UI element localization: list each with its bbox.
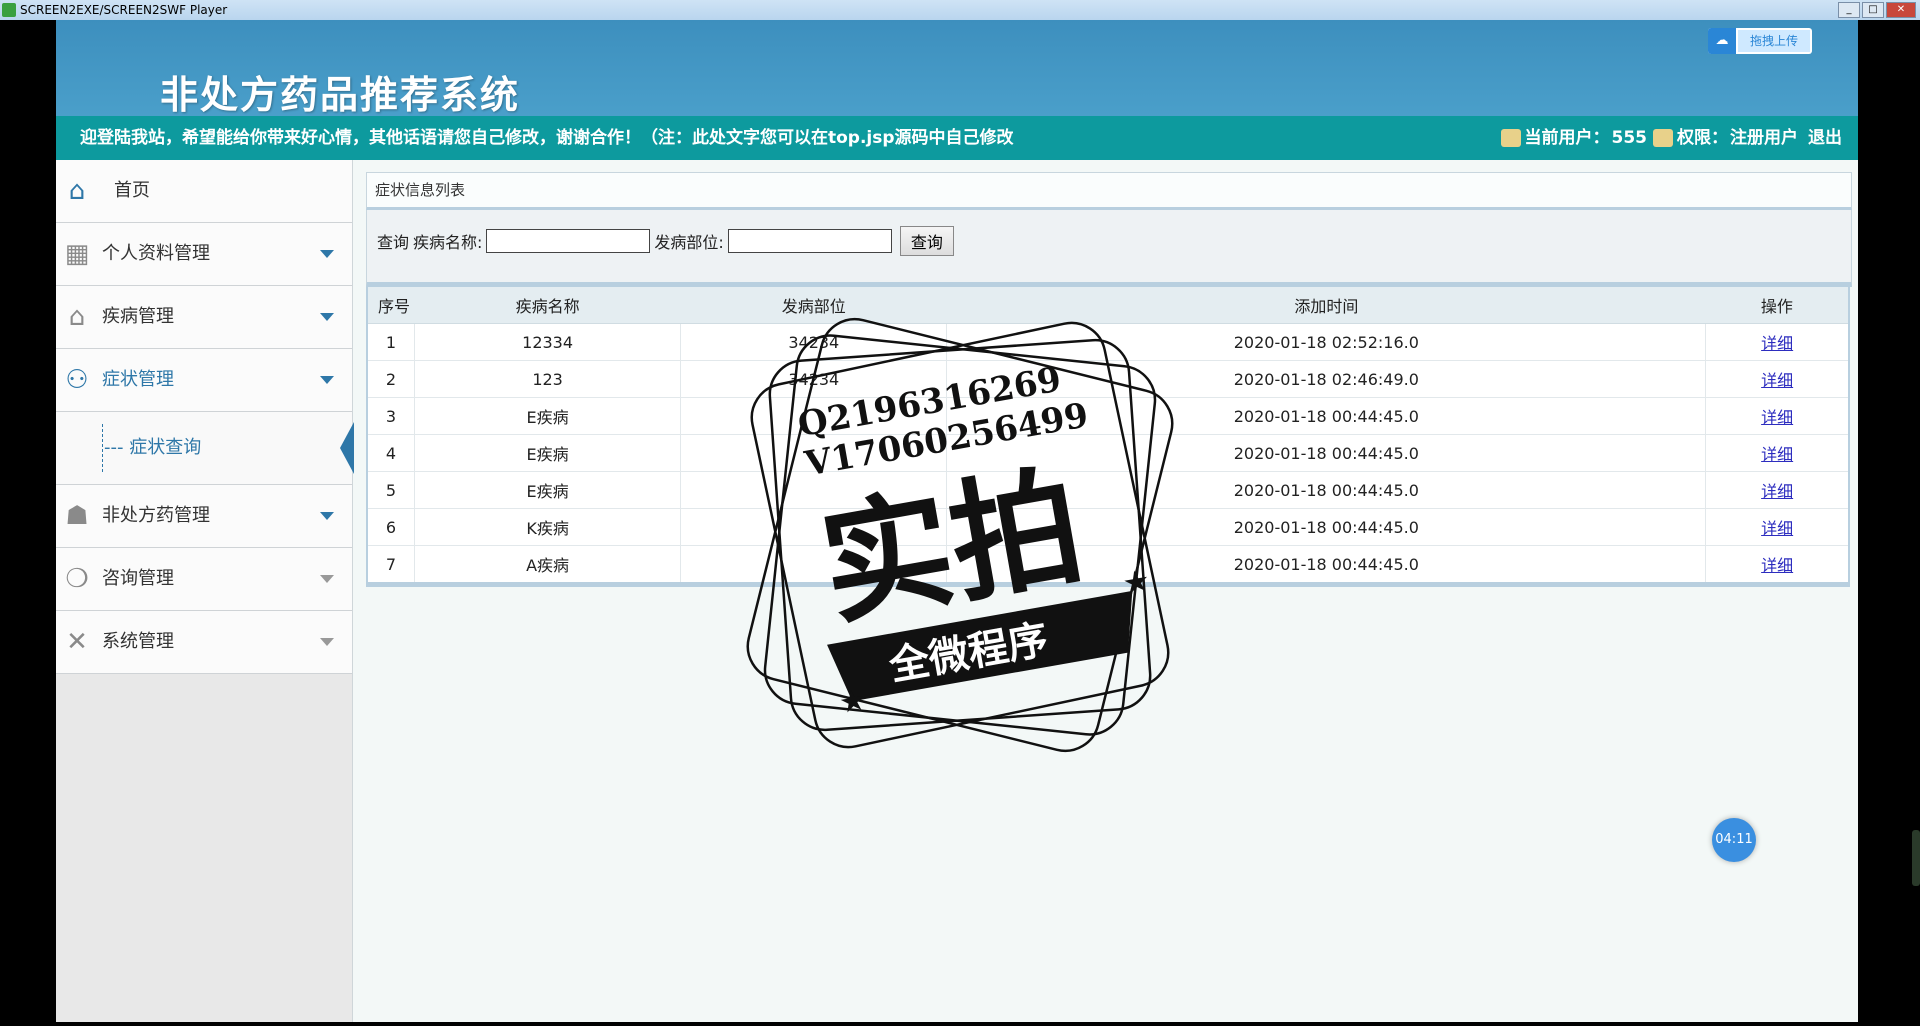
grid-icon: ▦	[64, 239, 90, 269]
cell-no: 6	[367, 508, 415, 546]
users-icon: ⚇	[65, 365, 89, 395]
detail-link[interactable]: 详细	[1761, 408, 1793, 427]
cell-no: 7	[367, 545, 415, 585]
window-titlebar: SCREEN2EXE/SCREEN2SWF Player _ □ ✕	[0, 0, 1920, 20]
site-title: 非处方药品推荐系统	[160, 72, 521, 117]
detail-link[interactable]: 详细	[1761, 519, 1793, 538]
sidebar-item-otc-drug[interactable]: ☗ 非处方药管理	[56, 485, 352, 548]
cell-op: 详细	[1705, 397, 1849, 435]
window-title: SCREEN2EXE/SCREEN2SWF Player	[20, 3, 228, 17]
cell-no: 5	[367, 471, 415, 509]
cell-op: 详细	[1705, 323, 1849, 361]
cell-name: E疾病	[413, 471, 681, 509]
cell-no: 4	[367, 434, 415, 472]
cell-op: 详细	[1705, 508, 1849, 546]
info-bar: 迎登陆我站，希望能给你带来好心情，其他话语请您自己修改，谢谢合作！（注：此处文字…	[56, 116, 1858, 160]
tree-line	[102, 424, 103, 472]
sidebar-item-label: 非处方药管理	[102, 505, 210, 526]
detail-link[interactable]: 详细	[1761, 482, 1793, 501]
panel-title: 症状信息列表	[366, 172, 1852, 210]
sidebar-item-label: 咨询管理	[102, 568, 174, 589]
sidebar-item-label: 系统管理	[102, 631, 174, 652]
logout-link[interactable]: 退出	[1808, 116, 1842, 160]
sidebar-item-profile[interactable]: ▦ 个人资料管理	[56, 223, 352, 286]
detail-link[interactable]: 详细	[1761, 556, 1793, 575]
user-info: 当前用户： 555 权限： 注册用户 退出	[1500, 116, 1842, 160]
cell-name: A疾病	[413, 545, 681, 585]
disease-name-input[interactable]	[486, 229, 651, 253]
chevron-down-icon	[320, 638, 334, 646]
cell-name: E疾病	[413, 397, 681, 435]
scroll-handle[interactable]	[1912, 830, 1920, 886]
chevron-down-icon	[320, 313, 334, 321]
sidebar-item-label: 首页	[114, 180, 150, 201]
disease-name-label: 疾病名称:	[413, 233, 483, 252]
upload-button[interactable]: ☁ 拖拽上传	[1708, 28, 1812, 54]
header: 非处方药品推荐系统 ☁ 拖拽上传	[56, 20, 1858, 117]
chevron-down-icon	[320, 512, 334, 520]
person-icon: ☗	[65, 501, 89, 531]
cell-op: 详细	[1705, 545, 1849, 585]
query-button[interactable]: 查询	[899, 226, 954, 256]
col-header-no: 序号	[367, 287, 415, 324]
window-controls: _ □ ✕	[1838, 2, 1916, 18]
cell-op: 详细	[1705, 471, 1849, 509]
house-icon: ⌂	[68, 302, 86, 332]
close-button[interactable]: ✕	[1886, 2, 1916, 18]
cell-op: 详细	[1705, 434, 1849, 472]
sidebar-item-symptom[interactable]: ⚇ 症状管理	[56, 349, 352, 412]
detail-link[interactable]: 详细	[1761, 371, 1793, 390]
user-icon	[1500, 129, 1521, 147]
current-user-value: 555	[1611, 128, 1648, 148]
chevron-down-icon	[320, 376, 334, 384]
timer-badge[interactable]: 04:11	[1712, 818, 1756, 862]
detail-link[interactable]: 详细	[1761, 334, 1793, 353]
sidebar-subitem-symptom-query[interactable]: --- 症状查询	[56, 412, 354, 485]
cell-no: 2	[367, 360, 415, 398]
cell-name: K疾病	[413, 508, 681, 546]
app-icon	[2, 3, 16, 17]
sidebar-item-label: 个人资料管理	[102, 243, 210, 264]
watermark-stamp: Q2196316269 V17060256499 实拍 全微程序 ★ ★	[746, 317, 1174, 753]
chat-icon: ❍	[65, 564, 89, 594]
cell-name: 12334	[413, 323, 681, 361]
role-icon	[1653, 129, 1673, 147]
search-bar: 查询 疾病名称: 发病部位: 查询	[366, 210, 1852, 287]
welcome-message: 迎登陆我站，希望能给你带来好心情，其他话语请您自己修改，谢谢合作！（注：此处文字…	[80, 128, 1014, 148]
sidebar-item-home[interactable]: ⌂ 首页	[56, 160, 352, 223]
query-label: 查询	[377, 233, 410, 252]
col-header-name: 疾病名称	[414, 287, 681, 324]
maximize-button[interactable]: □	[1862, 2, 1884, 18]
site-input[interactable]	[727, 229, 892, 253]
minimize-button[interactable]: _	[1838, 2, 1860, 18]
chevron-down-icon	[320, 575, 334, 583]
sidebar-item-label: 疾病管理	[102, 306, 174, 327]
cell-no: 3	[367, 397, 415, 435]
cell-name: 123	[413, 360, 681, 398]
role-value: 注册用户	[1730, 128, 1798, 148]
cell-no: 1	[367, 323, 415, 361]
sidebar-subitem-label: --- 症状查询	[104, 437, 202, 458]
sidebar-item-consult[interactable]: ❍ 咨询管理	[56, 548, 352, 611]
sidebar-item-label: 症状管理	[102, 369, 174, 390]
cell-op: 详细	[1705, 360, 1849, 398]
current-user-label: 当前用户：	[1524, 128, 1610, 148]
sidebar-item-system[interactable]: ✕ 系统管理	[56, 611, 352, 674]
sidebar-item-disease[interactable]: ⌂ 疾病管理	[56, 286, 352, 349]
chevron-down-icon	[320, 250, 334, 258]
tools-icon: ✕	[66, 627, 88, 657]
upload-label: 拖拽上传	[1738, 30, 1810, 52]
star-icon: ★	[1120, 563, 1153, 602]
cell-name: E疾病	[413, 434, 681, 472]
role-label: 权限：	[1677, 128, 1728, 148]
sidebar: ⌂ 首页 ▦ 个人资料管理 ⌂ 疾病管理 ⚇ 症状管理 --- 症状查询 ☗ 非…	[56, 160, 354, 1022]
cloud-icon: ☁	[1708, 28, 1736, 54]
site-label: 发病部位:	[654, 233, 724, 252]
active-indicator	[340, 422, 354, 474]
home-icon: ⌂	[68, 176, 86, 206]
detail-link[interactable]: 详细	[1761, 445, 1793, 464]
col-header-op: 操作	[1705, 287, 1849, 324]
